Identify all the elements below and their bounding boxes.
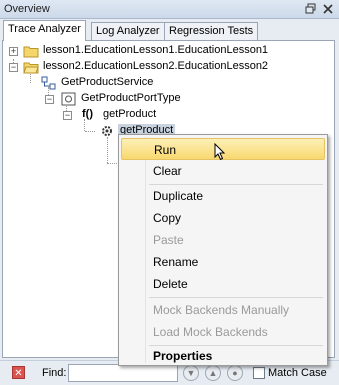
tree-node-porttype[interactable]: − GetProductPortType xyxy=(5,91,305,107)
menu-item-load-mock-backends[interactable]: Load Mock Backends xyxy=(121,321,325,343)
find-next-icon[interactable]: ▲ xyxy=(205,365,221,381)
menu-item-label: Load Mock Backends xyxy=(153,325,268,339)
match-case-checkbox[interactable] xyxy=(253,367,265,379)
menu-item-properties[interactable]: Properties xyxy=(121,345,325,367)
tab-label: Trace Analyzer xyxy=(8,23,81,35)
menu-item-label: Delete xyxy=(153,277,188,291)
tree-node-label: GetProductPortType xyxy=(81,92,181,104)
match-case-label: Match Case xyxy=(268,367,327,379)
menu-item-label: Run xyxy=(154,143,177,157)
tab-label: Regression Tests xyxy=(169,25,254,37)
menu-item-label: Copy xyxy=(153,211,182,225)
close-find-icon[interactable]: ✕ xyxy=(12,366,25,379)
tree-node-label: lesson1.EducationLesson1.EducationLesson… xyxy=(43,44,269,56)
close-icon[interactable] xyxy=(321,2,335,16)
menu-item-clear[interactable]: Clear xyxy=(121,160,325,182)
tab-log-analyzer[interactable]: Log Analyzer xyxy=(91,22,165,41)
tree-node-lesson2[interactable]: − lesson2.EducationLesson2.EducationLess… xyxy=(5,59,325,75)
tree-node-service[interactable]: GetProductService xyxy=(5,75,305,91)
menu-item-rename[interactable]: Rename xyxy=(121,251,325,273)
gear-icon xyxy=(102,126,112,136)
restore-icon[interactable] xyxy=(304,2,318,16)
folder-open-icon xyxy=(23,62,39,74)
tab-regression-tests[interactable]: Regression Tests xyxy=(164,22,259,41)
panel-title: Overview xyxy=(4,3,50,15)
collapse-icon[interactable]: − xyxy=(9,63,18,72)
menu-item-label: Rename xyxy=(153,255,199,269)
menu-item-label: Paste xyxy=(153,233,184,247)
find-options-icon[interactable]: ● xyxy=(227,365,243,381)
context-menu: Run Clear Duplicate Copy Paste Rename De… xyxy=(118,134,328,366)
menu-item-label: Mock Backends Manually xyxy=(153,303,290,317)
mouse-cursor-icon xyxy=(214,143,226,161)
service-icon xyxy=(41,76,56,90)
tree-node-operation[interactable]: − f() getProduct xyxy=(5,107,305,123)
tree-node-label: getProduct xyxy=(103,108,157,120)
menu-item-paste[interactable]: Paste xyxy=(121,229,325,251)
tree-node-label: lesson2.EducationLesson2.EducationLesson… xyxy=(43,60,269,72)
panel-title-bar: Overview xyxy=(0,0,339,19)
menu-item-mock-backends-manually[interactable]: Mock Backends Manually xyxy=(121,299,325,321)
tree-node-label: GetProductService xyxy=(61,76,154,88)
menu-item-label: Clear xyxy=(153,164,182,178)
collapse-icon[interactable]: − xyxy=(45,95,54,104)
collapse-icon[interactable]: − xyxy=(63,111,72,120)
port-type-icon xyxy=(61,92,76,106)
menu-item-label: Duplicate xyxy=(153,189,204,203)
find-previous-icon[interactable]: ▼ xyxy=(183,365,199,381)
menu-item-run[interactable]: Run xyxy=(121,138,325,161)
tree-connector xyxy=(107,137,108,163)
tree-node-lesson1[interactable]: + lesson1.EducationLesson1.EducationLess… xyxy=(5,43,325,59)
menu-item-copy[interactable]: Copy xyxy=(121,207,325,229)
function-icon: f() xyxy=(82,108,93,120)
tab-label: Log Analyzer xyxy=(96,25,160,37)
menu-separator xyxy=(149,297,323,298)
menu-item-duplicate[interactable]: Duplicate xyxy=(121,185,325,207)
folder-icon xyxy=(23,46,39,58)
expand-icon[interactable]: + xyxy=(9,47,18,56)
menu-item-label: Properties xyxy=(153,349,213,363)
find-label: Find: xyxy=(42,367,67,379)
tab-strip: Trace Analyzer Log Analyzer Regression T… xyxy=(0,19,339,41)
menu-item-delete[interactable]: Delete xyxy=(121,273,325,295)
tab-trace-analyzer[interactable]: Trace Analyzer xyxy=(3,20,86,41)
